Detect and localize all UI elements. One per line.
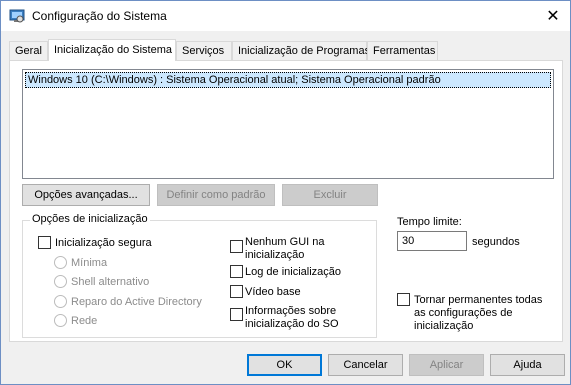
make-permanent-label-line2: as configurações de <box>414 307 513 319</box>
make-permanent-label-line1: Tornar permanentes todas <box>414 294 543 306</box>
base-video-label: Vídeo base <box>245 286 301 298</box>
minimal-radio[interactable] <box>54 256 67 269</box>
tab-boot[interactable]: Inicialização do Sistema <box>48 39 176 61</box>
minimal-label: Mínima <box>71 257 108 269</box>
set-default-button[interactable]: Definir como padrão <box>157 184 275 206</box>
make-permanent-checkbox[interactable] <box>397 293 410 306</box>
title-bar[interactable]: Configuração do Sistema ✕ <box>1 1 570 31</box>
cancel-button[interactable]: Cancelar <box>328 354 403 376</box>
timeout-unit-label: segundos <box>472 236 520 248</box>
os-boot-info-checkbox[interactable] <box>230 308 243 321</box>
tab-services[interactable]: Serviços <box>176 41 232 60</box>
no-gui-label-line2: inicialização <box>245 249 305 261</box>
advanced-options-button[interactable]: Opções avançadas... <box>22 184 150 206</box>
boot-log-checkbox[interactable] <box>230 265 243 278</box>
no-gui-label-line1: Nenhum GUI na <box>245 236 325 248</box>
delete-button[interactable]: Excluir <box>282 184 378 206</box>
tab-startup[interactable]: Inicialização de Programas <box>232 41 370 60</box>
network-label: Rede <box>71 315 98 327</box>
close-icon: ✕ <box>546 8 560 25</box>
close-button[interactable]: ✕ <box>536 1 570 31</box>
window-title: Configuração do Sistema <box>32 9 167 23</box>
safe-boot-checkbox[interactable] <box>38 236 51 249</box>
alternate-shell-radio[interactable] <box>54 275 67 288</box>
ad-repair-radio[interactable] <box>54 295 67 308</box>
timeout-input[interactable] <box>397 231 467 251</box>
network-radio[interactable] <box>54 314 67 327</box>
base-video-checkbox[interactable] <box>230 285 243 298</box>
alternate-shell-label: Shell alternativo <box>71 276 150 288</box>
os-boot-info-label-line1: Informações sobre <box>245 305 337 317</box>
boot-entry-item[interactable]: Windows 10 (C:\Windows) : Sistema Operac… <box>25 72 551 88</box>
ad-repair-label: Reparo do Active Directory <box>71 296 202 308</box>
apply-button[interactable]: Aplicar <box>409 354 484 376</box>
timeout-label: Tempo limite: <box>397 216 462 228</box>
boot-options-label: Opções de inicialização <box>30 213 150 225</box>
system-config-icon <box>9 8 25 24</box>
system-config-window: Configuração do Sistema ✕ Geral Iniciali… <box>0 0 571 385</box>
boot-entries-list[interactable]: Windows 10 (C:\Windows) : Sistema Operac… <box>22 69 554 179</box>
no-gui-checkbox[interactable] <box>230 240 243 253</box>
os-boot-info-label-line2: inicialização do SO <box>245 318 339 330</box>
help-button[interactable]: Ajuda <box>490 354 565 376</box>
boot-log-label: Log de inicialização <box>245 266 342 278</box>
tab-tools[interactable]: Ferramentas <box>367 41 438 60</box>
safe-boot-label: Inicialização segura <box>55 237 152 249</box>
tab-general[interactable]: Geral <box>9 41 48 60</box>
make-permanent-label-line3: inicialização <box>414 320 474 332</box>
ok-button[interactable]: OK <box>247 354 322 376</box>
